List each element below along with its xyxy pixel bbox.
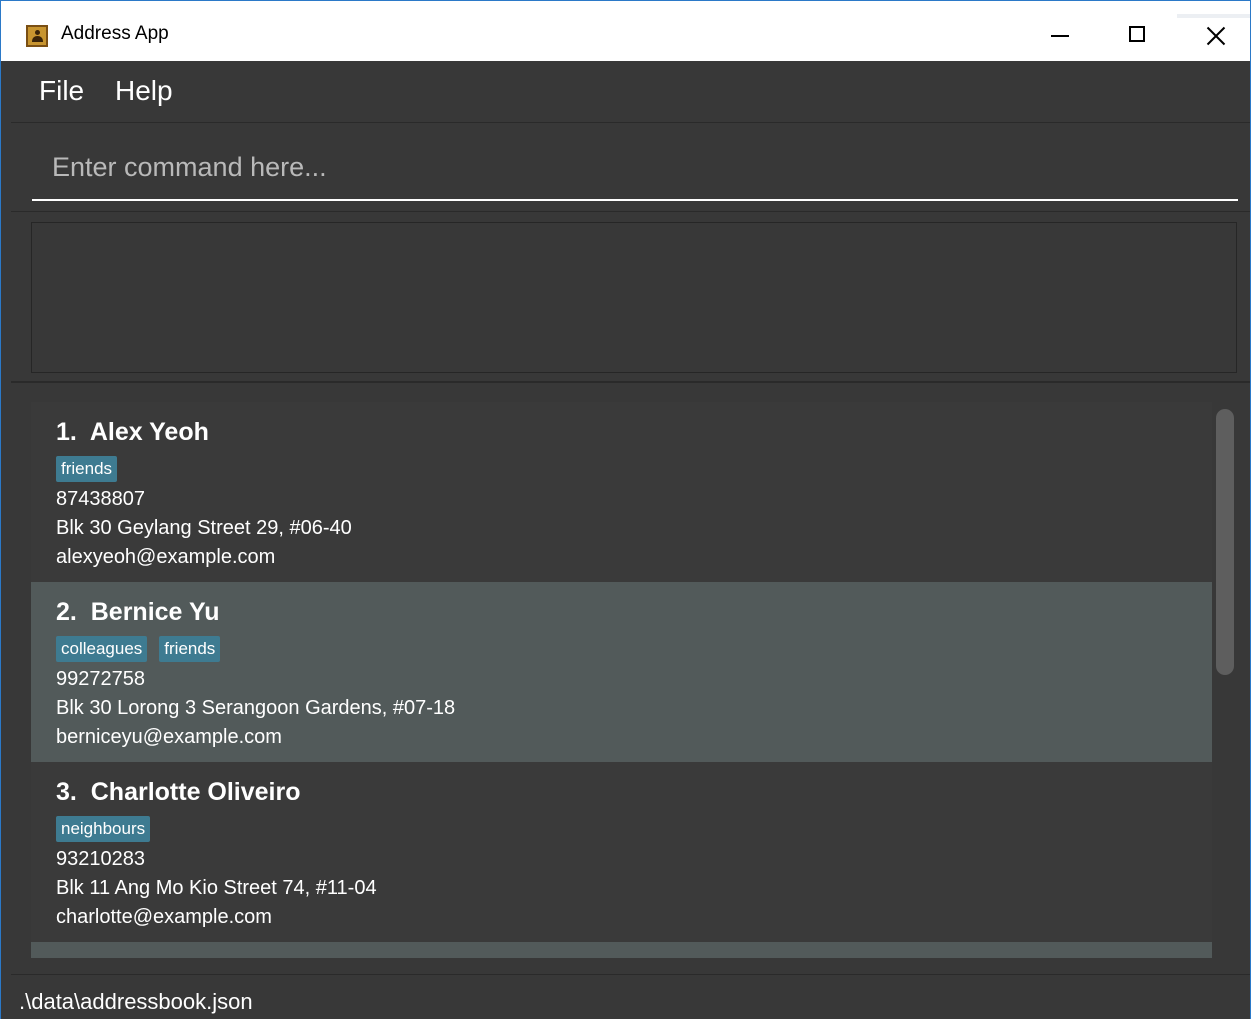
tag-badge: friends	[159, 636, 221, 662]
person-address: Blk 11 Ang Mo Kio Street 74, #11-04	[56, 877, 377, 899]
person-card[interactable]: 2. Bernice Yu colleagues friends 99272758 Bl…	[31, 582, 1212, 762]
person-list[interactable]: 1. Alex Yeoh friends 87438807 Blk 30 Geylan…	[31, 402, 1212, 958]
person-phone: 99272758	[56, 668, 145, 690]
person-card[interactable]: 1. Alex Yeoh friends 87438807 Blk 30 Geylan…	[31, 402, 1212, 582]
address-book-icon	[26, 25, 48, 47]
close-button[interactable]	[1193, 14, 1243, 58]
person-email: charlotte@example.com	[56, 906, 272, 928]
command-box	[11, 123, 1250, 212]
person-email: berniceyu@example.com	[56, 726, 282, 748]
tag-list: friends	[56, 456, 129, 482]
save-location: .\data\addressbook.json	[19, 989, 253, 1014]
window-title: Address App	[61, 23, 169, 44]
status-bar: .\data\addressbook.json	[11, 974, 1250, 1019]
person-list-panel: 1. Alex Yeoh friends 87438807 Blk 30 Geylan…	[11, 383, 1250, 974]
result-panel	[11, 212, 1250, 383]
tag-badge: neighbours	[56, 816, 151, 842]
person-address: Blk 30 Geylang Street 29, #06-40	[56, 517, 352, 539]
maximize-button[interactable]	[1115, 14, 1165, 58]
person-name: 3. Charlotte Oliveiro	[56, 778, 301, 806]
person-phone: 87438807	[56, 488, 145, 510]
minimize-button[interactable]	[1037, 14, 1087, 58]
app-window: Address App File Help 1. Alex Yeoh friend…	[0, 0, 1251, 1019]
tag-list: colleagues friends	[56, 636, 232, 662]
person-email: alexyeoh@example.com	[56, 546, 276, 568]
tag-list: neighbours	[56, 816, 162, 842]
person-card-partial[interactable]	[31, 942, 1212, 958]
person-phone: 93210283	[56, 848, 145, 870]
tag-badge: colleagues	[56, 636, 148, 662]
menu-bar: File Help	[11, 61, 1250, 123]
scrollbar-thumb[interactable]	[1216, 409, 1234, 675]
menu-help[interactable]: Help	[115, 75, 173, 107]
result-display[interactable]	[31, 222, 1237, 373]
title-bar[interactable]: Address App	[1, 1, 1250, 61]
menu-file[interactable]: File	[39, 75, 84, 107]
command-input[interactable]	[32, 135, 1238, 201]
person-address: Blk 30 Lorong 3 Serangoon Gardens, #07-1…	[56, 697, 456, 719]
person-card[interactable]: 3. Charlotte Oliveiro neighbours 93210283 B…	[31, 762, 1212, 942]
person-name: 1. Alex Yeoh	[56, 418, 209, 446]
person-name: 2. Bernice Yu	[56, 598, 220, 626]
tag-badge: friends	[56, 456, 118, 482]
